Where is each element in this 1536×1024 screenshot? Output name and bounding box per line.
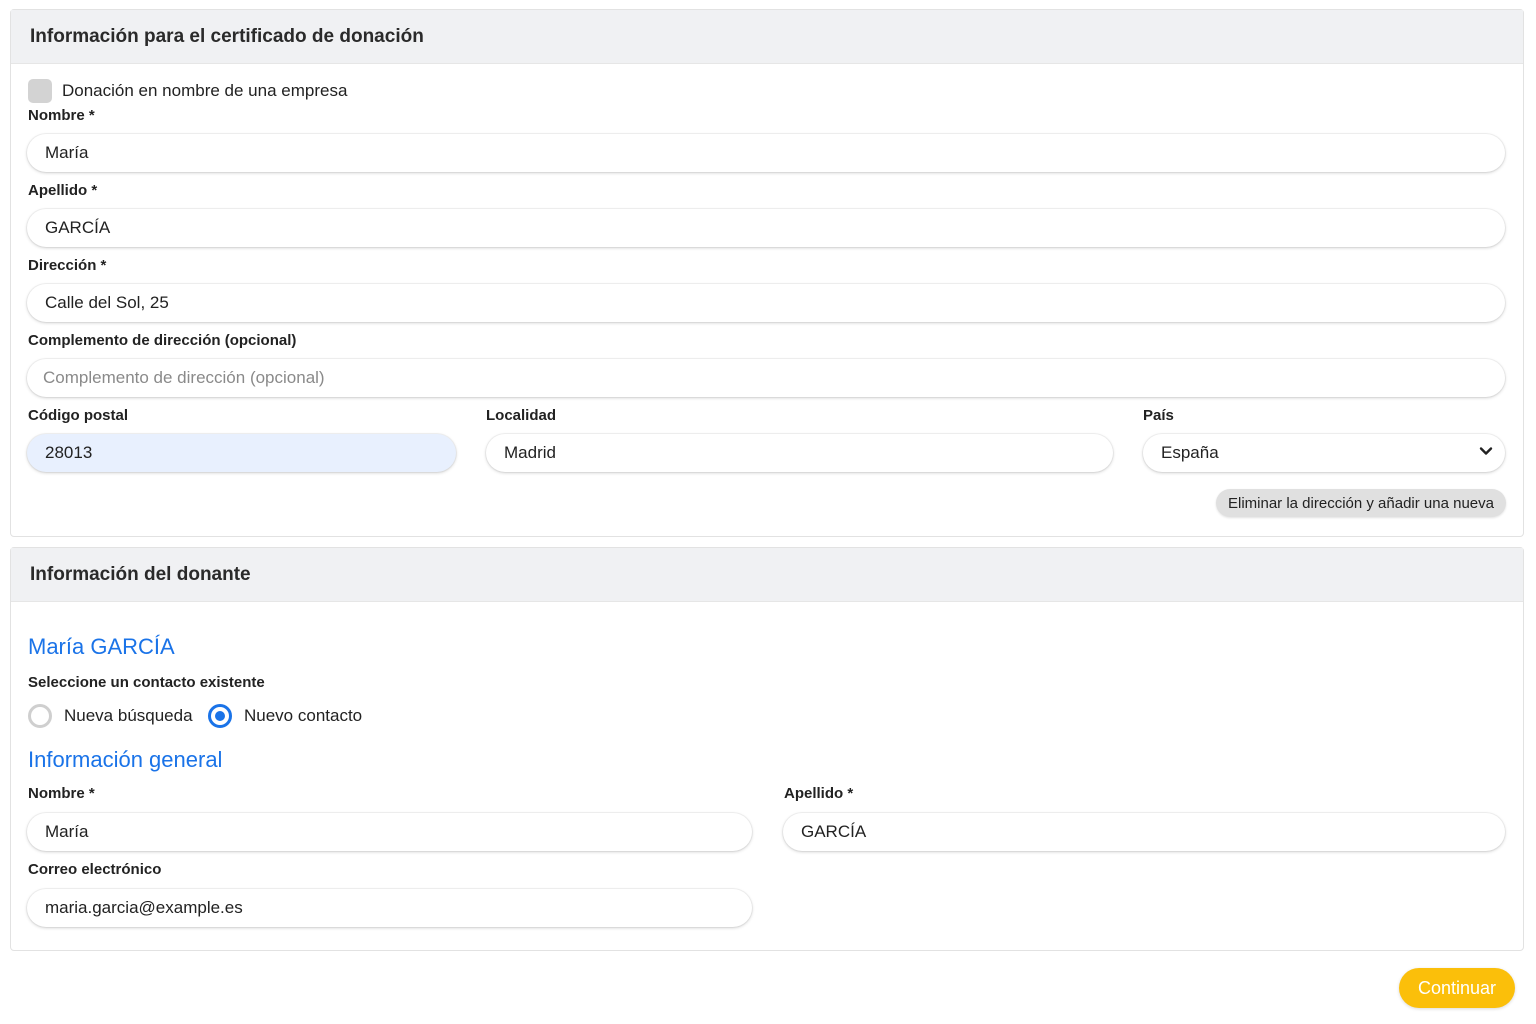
country-select[interactable]: España [1143,434,1505,472]
city-input[interactable]: Madrid [486,434,1113,472]
certificate-panel-title: Información para el certificado de donac… [11,10,1523,64]
email-label: Correo electrónico [28,861,162,878]
general-info-heading: Información general [28,747,223,772]
address2-label: Complemento de dirección (opcional) [28,332,297,349]
first-name-label: Nombre * [28,107,95,124]
email-input[interactable]: maria.garcia@example.es [27,889,752,927]
continue-button[interactable]: Continuar [1399,968,1515,1008]
donor-panel-title: Información del donante [11,548,1523,602]
donor-last-name-input[interactable]: GARCÍA [783,813,1505,851]
donor-last-name-label: Apellido * [784,785,854,802]
donor-name-heading: María GARCÍA [28,634,175,659]
donor-first-name-input[interactable]: María [27,813,752,851]
radio-new-search[interactable] [28,704,52,728]
postal-code-label: Código postal [28,407,128,424]
city-label: Localidad [486,407,557,424]
donor-first-name-label: Nombre * [28,785,95,802]
select-contact-label: Seleccione un contacto existente [28,674,265,691]
last-name-input[interactable]: GARCÍA [27,209,1505,247]
address-label: Dirección * [28,257,107,274]
radio-new-contact-label[interactable]: Nuevo contacto [244,706,362,726]
company-checkbox[interactable] [28,79,52,103]
last-name-label: Apellido * [28,182,98,199]
address2-input[interactable]: Complemento de dirección (opcional) [27,359,1505,397]
reset-address-button[interactable]: Eliminar la dirección y añadir una nueva [1216,489,1506,517]
radio-new-contact[interactable] [208,704,232,728]
radio-new-search-label[interactable]: Nueva búsqueda [64,706,193,726]
address-input[interactable]: Calle del Sol, 25 [27,284,1505,322]
chevron-down-icon [1479,447,1493,455]
company-checkbox-label[interactable]: Donación en nombre de una empresa [62,81,347,101]
first-name-input[interactable]: María [27,134,1505,172]
country-select-value: España [1161,443,1219,462]
country-label: País [1143,407,1174,424]
postal-code-input[interactable]: 28013 [27,434,456,472]
